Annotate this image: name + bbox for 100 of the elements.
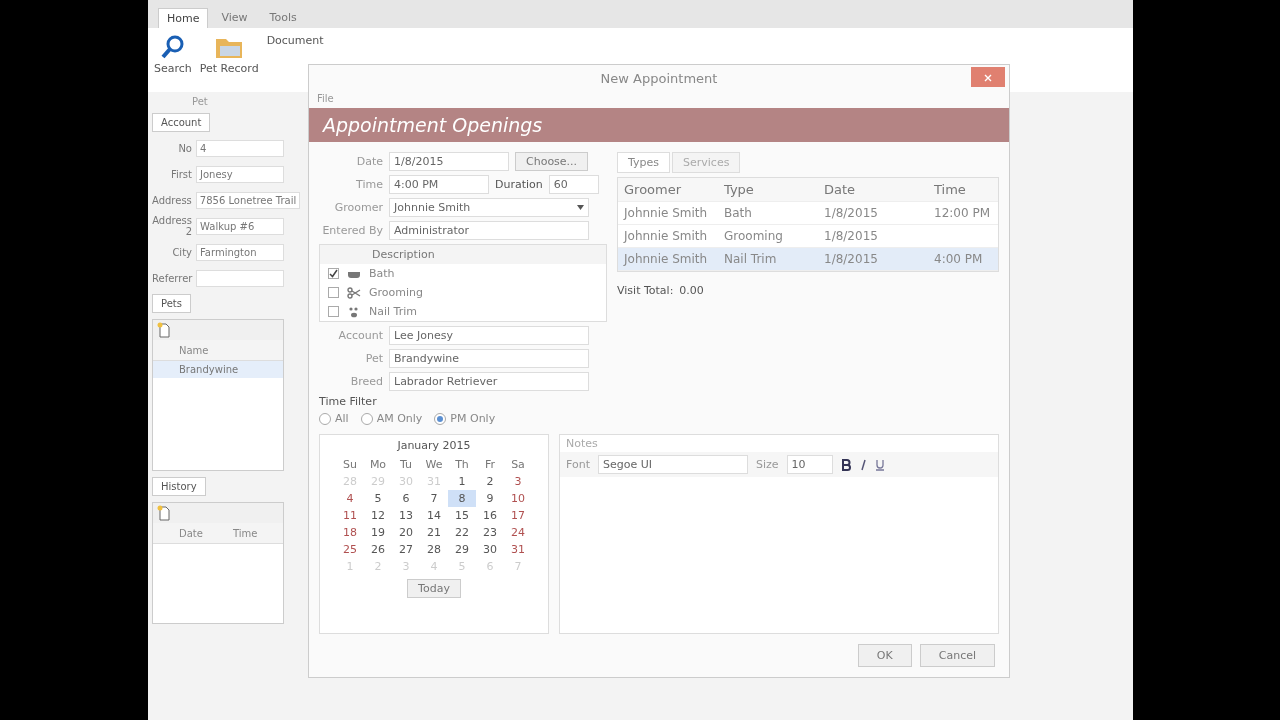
checkbox[interactable]: [328, 268, 339, 279]
dropdown-arrow-icon[interactable]: [577, 205, 584, 210]
weekday-label: Tu: [399, 457, 413, 473]
account-tab[interactable]: Account: [152, 113, 211, 132]
calendar-day[interactable]: 10: [504, 490, 532, 507]
close-icon[interactable]: [984, 73, 992, 82]
table-cell: Nail Trim: [718, 248, 818, 271]
document-link[interactable]: Document: [266, 34, 324, 47]
visit-total-value: 0.00: [679, 284, 704, 297]
date-field[interactable]: 1/8/2015: [389, 152, 509, 171]
table-cell: 1/8/2015: [818, 202, 928, 225]
calendar-day[interactable]: 14: [420, 507, 448, 524]
calendar-day[interactable]: 22: [448, 524, 476, 541]
calendar-day[interactable]: 26: [364, 541, 392, 558]
menu-item[interactable]: File: [309, 91, 1009, 106]
panel-tab[interactable]: Types: [617, 152, 670, 173]
table-cell: 12:00 PM: [928, 202, 998, 225]
field-label: Date: [355, 155, 383, 168]
calendar-day[interactable]: 18: [336, 524, 364, 541]
text-field[interactable]: [196, 269, 284, 287]
text-field[interactable]: Walkup #6: [196, 217, 284, 235]
calendar-day[interactable]: 28: [420, 541, 448, 558]
calendar-day[interactable]: 3: [504, 473, 532, 490]
calendar-day[interactable]: 2: [476, 473, 504, 490]
search-button[interactable]: Search: [154, 34, 192, 75]
underline-icon[interactable]: [874, 458, 885, 471]
calendar-day[interactable]: 24: [504, 524, 532, 541]
calendar-day[interactable]: 5: [364, 490, 392, 507]
section-title: Time Filter: [319, 395, 378, 408]
calendar-day[interactable]: 12: [364, 507, 392, 524]
calendar-day[interactable]: 30: [476, 541, 504, 558]
text-field[interactable]: Jonesy: [196, 165, 284, 183]
service-label: Grooming: [369, 286, 423, 299]
notes-editor[interactable]: Notes Font Segoe UI Size 10: [559, 434, 999, 634]
bold-icon[interactable]: [840, 458, 851, 471]
table-cell[interactable]: Johnnie Smith: [618, 202, 718, 225]
field-label: Duration: [495, 178, 543, 191]
pets-tab[interactable]: Pets: [152, 294, 191, 313]
groomer-dropdown[interactable]: Johnnie Smith: [389, 198, 589, 217]
text-field[interactable]: 4: [196, 139, 284, 157]
calendar-day[interactable]: 16: [476, 507, 504, 524]
dialog-button[interactable]: OK: [857, 644, 912, 667]
group-label: Pet: [191, 96, 209, 107]
calendar-day[interactable]: 7: [420, 490, 448, 507]
today-button[interactable]: Today: [407, 579, 461, 598]
calendar-day[interactable]: 25: [336, 541, 364, 558]
notes-label: Notes: [565, 436, 599, 452]
field-label: Address: [152, 194, 192, 206]
weekday-label: Th: [454, 457, 470, 473]
calendar-day[interactable]: 15: [448, 507, 476, 524]
checkbox[interactable]: [328, 306, 339, 317]
pet-row[interactable]: Brandywine: [153, 361, 283, 378]
ribbon-tab[interactable]: View: [212, 7, 257, 28]
field-label: Size: [755, 458, 779, 471]
text-field[interactable]: Lee Jonesy: [389, 326, 589, 345]
calendar-day[interactable]: 8: [448, 490, 476, 507]
field-label: City: [171, 246, 192, 258]
text-field[interactable]: Farmington: [196, 243, 284, 261]
calendar-day[interactable]: 17: [504, 507, 532, 524]
choose-button[interactable]: Choose...: [515, 152, 589, 171]
calendar-day[interactable]: 6: [392, 490, 420, 507]
calendar-day[interactable]: 13: [392, 507, 420, 524]
column-header: Time: [232, 527, 258, 539]
new-document-icon[interactable]: [157, 505, 171, 521]
calendar-day[interactable]: 1: [448, 473, 476, 490]
ribbon-tab[interactable]: Home: [158, 8, 209, 28]
calendar-day[interactable]: 20: [392, 524, 420, 541]
calendar-day[interactable]: 4: [336, 490, 364, 507]
text-field[interactable]: Labrador Retriever: [389, 372, 589, 391]
history-tab[interactable]: History: [152, 477, 206, 496]
calendar-day[interactable]: 9: [476, 490, 504, 507]
radio-option[interactable]: AM Only: [360, 412, 423, 425]
close-button[interactable]: [971, 67, 1005, 87]
column-header: Date: [179, 527, 203, 539]
duration-field[interactable]: 60: [548, 175, 599, 194]
size-dropdown[interactable]: 10: [786, 455, 833, 474]
checkbox[interactable]: [328, 287, 339, 298]
service-label: Nail Trim: [369, 305, 417, 318]
radio-option[interactable]: All: [319, 412, 349, 425]
ribbon-tab[interactable]: Tools: [260, 7, 306, 28]
radio-option[interactable]: PM Only: [434, 412, 496, 425]
dialog-button[interactable]: Cancel: [919, 644, 995, 667]
weekday-label: Sa: [510, 457, 526, 473]
heading-banner: Appointment Openings: [309, 108, 1009, 142]
new-document-icon[interactable]: [157, 322, 171, 338]
entered-by-field[interactable]: Administrator: [389, 221, 589, 240]
calendar-day[interactable]: 27: [392, 541, 420, 558]
calendar-day[interactable]: 29: [448, 541, 476, 558]
font-dropdown[interactable]: Segoe UI: [597, 455, 748, 474]
calendar-day[interactable]: 23: [476, 524, 504, 541]
calendar-day[interactable]: 21: [420, 524, 448, 541]
italic-icon[interactable]: [858, 458, 867, 471]
text-field[interactable]: 7856 Lonetree Trail: [195, 191, 301, 209]
time-field[interactable]: 4:00 PM: [389, 175, 489, 194]
calendar-day[interactable]: 11: [336, 507, 364, 524]
record-button[interactable]: Pet Record: [199, 34, 259, 75]
calendar-day[interactable]: 31: [504, 541, 532, 558]
table-cell[interactable]: Johnnie Smith: [618, 248, 718, 271]
calendar-day[interactable]: 19: [364, 524, 392, 541]
text-field[interactable]: Brandywine: [389, 349, 589, 368]
